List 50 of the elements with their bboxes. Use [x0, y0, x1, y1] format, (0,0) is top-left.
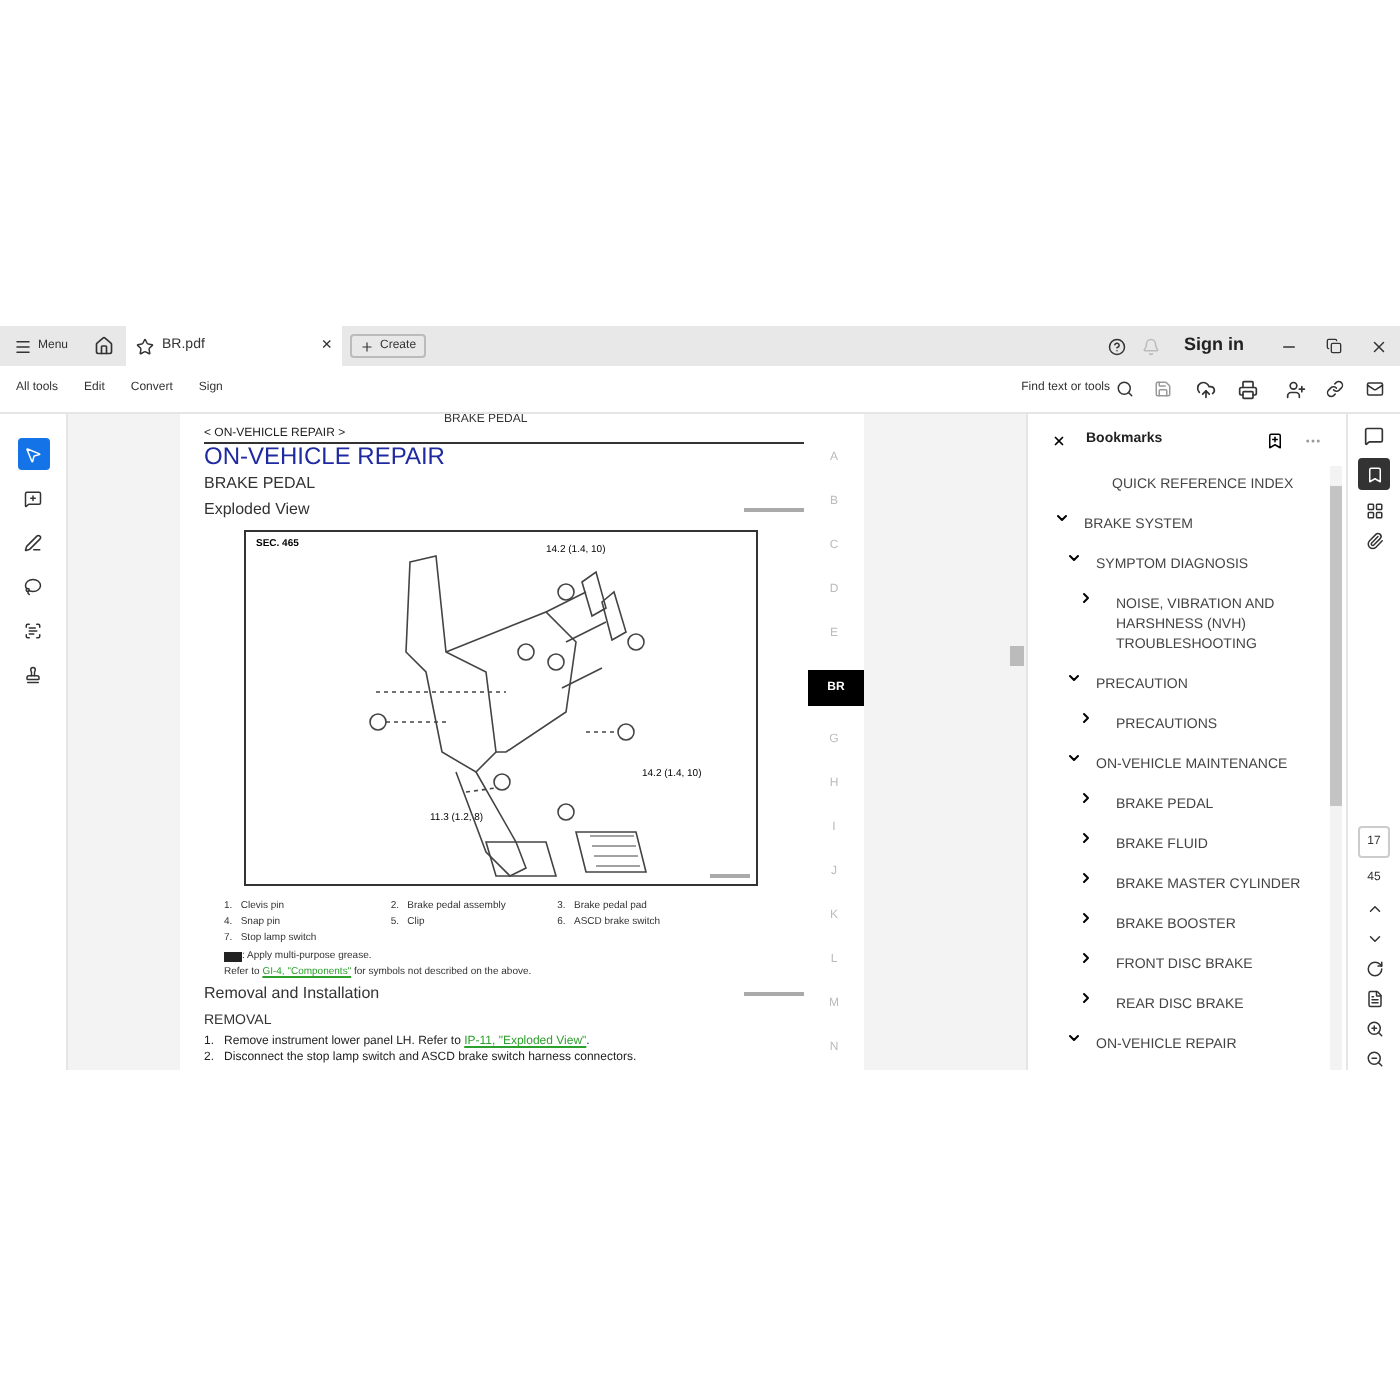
- grease-symbol-icon: [224, 951, 242, 961]
- rotate-icon[interactable]: [1365, 960, 1383, 978]
- grid-icon[interactable]: [1365, 502, 1383, 520]
- print-icon[interactable]: [1238, 379, 1258, 399]
- chevron-right-icon[interactable]: [1078, 830, 1094, 846]
- zoom-in-icon[interactable]: [1365, 1020, 1383, 1038]
- paperclip-icon[interactable]: [1365, 532, 1383, 550]
- zoom-out-icon[interactable]: [1365, 1050, 1383, 1068]
- chevron-right-icon[interactable]: [1078, 910, 1094, 926]
- chevron-right-icon[interactable]: [1078, 950, 1094, 966]
- chevron-right-icon[interactable]: [1078, 870, 1094, 886]
- star-icon[interactable]: [136, 337, 155, 355]
- chevron-right-icon[interactable]: [1078, 590, 1094, 606]
- home-icon[interactable]: [94, 336, 115, 356]
- scrollbar-thumb[interactable]: [1010, 646, 1024, 666]
- bookmark-icon: [1365, 465, 1383, 483]
- comment-icon[interactable]: [1364, 426, 1384, 446]
- menu-icon: [14, 337, 32, 355]
- chevron-down-icon[interactable]: [1066, 550, 1082, 566]
- chevron-down-icon[interactable]: [1054, 510, 1070, 526]
- tab-close[interactable]: ×: [321, 332, 333, 360]
- chevron-down-icon[interactable]: [1066, 670, 1082, 686]
- previous-page-icon[interactable]: [1365, 900, 1383, 918]
- sign-in-button[interactable]: Sign in: [1184, 332, 1244, 360]
- pointer-icon[interactable]: [17, 438, 49, 470]
- upload-icon[interactable]: [1196, 379, 1216, 399]
- next-page-icon[interactable]: [1365, 930, 1383, 948]
- page-subtitle: BRAKE PEDAL: [204, 472, 318, 496]
- chevron-right-icon[interactable]: [1078, 990, 1094, 1006]
- restore-icon[interactable]: [1326, 338, 1342, 354]
- search-icon[interactable]: [1116, 380, 1134, 398]
- share-icon[interactable]: [1286, 379, 1306, 399]
- bookmarks-toggle[interactable]: [1358, 458, 1390, 490]
- help-icon[interactable]: [1108, 337, 1126, 355]
- page-title: ON-VEHICLE REPAIR: [204, 444, 447, 470]
- chevron-down-icon[interactable]: [1066, 750, 1082, 766]
- close-icon[interactable]: [1052, 433, 1066, 447]
- scrollbar-thumb[interactable]: [1330, 486, 1342, 806]
- link-icon[interactable]: [1326, 380, 1344, 398]
- document-icon[interactable]: [1365, 990, 1383, 1008]
- bookmark-add-icon[interactable]: [1266, 431, 1284, 449]
- close-icon[interactable]: [1370, 337, 1388, 355]
- mail-icon[interactable]: [1366, 380, 1384, 398]
- section-heading: Removal and Installation: [204, 982, 380, 1006]
- section-heading: Exploded View: [204, 498, 310, 522]
- chevron-right-icon[interactable]: [1078, 710, 1094, 726]
- plus-icon: [360, 339, 375, 353]
- save-icon[interactable]: [1154, 380, 1172, 398]
- chevron-right-icon[interactable]: [1078, 790, 1094, 806]
- chevron-down-icon[interactable]: [1066, 1030, 1082, 1046]
